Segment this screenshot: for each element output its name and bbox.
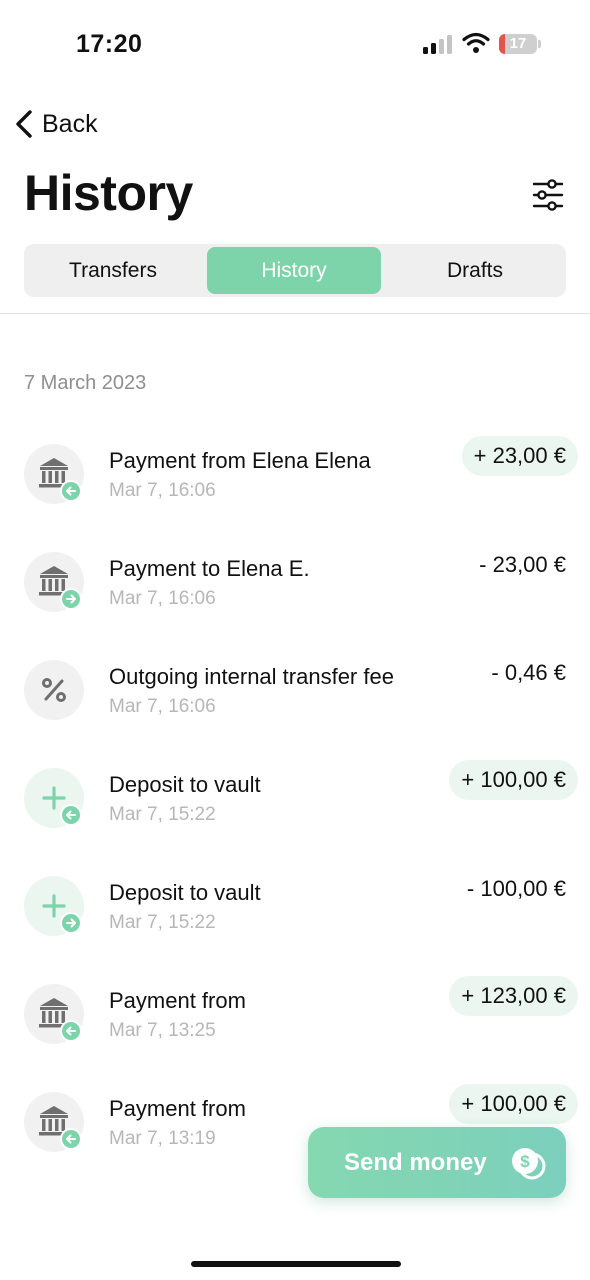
transaction-title: Payment from [109,988,246,1013]
battery-level: 17 [509,35,527,52]
transaction-time: Mar 7, 16:06 [109,588,216,609]
percent-icon [24,660,84,720]
svg-text:$: $ [520,1152,530,1171]
send-money-label: Send money [344,1149,487,1176]
transaction-time: Mar 7, 16:06 [109,696,216,717]
incoming-badge [60,1128,82,1150]
transaction-time: Mar 7, 13:19 [109,1128,216,1149]
page-title: History [24,165,193,221]
arrow-left-icon [66,1134,76,1144]
transaction-amount: + 100,00 € [449,1084,578,1124]
status-time: 17:20 [76,30,143,58]
status-bar: 17:20 17 [0,0,590,90]
transaction-row[interactable]: Payment from Elena Elena Mar 7, 16:06 + 23… [0,436,590,544]
transaction-amount: + 100,00 € [449,760,578,800]
transaction-title: Deposit to vault [109,880,261,905]
outgoing-badge [60,588,82,610]
arrow-left-icon [66,486,76,496]
incoming-badge [60,804,82,826]
bank-icon [24,444,84,504]
outgoing-badge [60,912,82,934]
tab-history[interactable]: History [207,247,381,294]
chevron-left-icon [16,110,32,138]
transaction-title: Payment to Elena E. [109,556,310,581]
bank-icon [24,552,84,612]
filter-button[interactable] [528,175,568,215]
arrow-right-icon [66,918,76,928]
battery-icon: 17 [499,34,541,54]
tab-bar: Transfers History Drafts [24,244,566,297]
transaction-title: Payment from Elena Elena [109,448,371,473]
transaction-row[interactable]: Outgoing internal transfer fee Mar 7, 16:… [0,660,590,760]
cellular-signal-icon [423,34,453,54]
divider [0,313,590,314]
arrow-left-icon [66,1026,76,1036]
coins-icon: $ [512,1148,546,1180]
transaction-title: Deposit to vault [109,772,261,797]
transaction-row[interactable]: Payment from Mar 7, 13:25 + 123,00 € [0,976,590,1084]
transaction-amount: - 100,00 € [466,876,566,901]
home-indicator [191,1261,401,1267]
arrow-right-icon [66,594,76,604]
transaction-row[interactable]: Deposit to vault Mar 7, 15:22 - 100,00 € [0,876,590,976]
transaction-time: Mar 7, 16:06 [109,480,216,501]
plus-icon [24,768,84,828]
sliders-icon [532,179,564,211]
transaction-title: Outgoing internal transfer fee [109,664,394,689]
transaction-amount: - 0,46 € [491,660,566,685]
transaction-title: Payment from [109,1096,246,1121]
transaction-time: Mar 7, 15:22 [109,804,216,825]
back-label: Back [42,109,98,138]
transaction-time: Mar 7, 15:22 [109,912,216,933]
tab-drafts[interactable]: Drafts [391,247,559,294]
tab-transfers[interactable]: Transfers [29,247,197,294]
arrow-left-icon [66,810,76,820]
plus-icon [24,876,84,936]
transaction-amount: - 23,00 € [479,552,566,577]
back-button[interactable]: Back [12,104,98,144]
send-money-button[interactable]: Send money $ [308,1127,566,1198]
bank-icon [24,1092,84,1152]
incoming-badge [60,1020,82,1042]
wifi-icon [462,32,490,53]
transaction-amount: + 123,00 € [449,976,578,1016]
bank-icon [24,984,84,1044]
transaction-amount: + 23,00 € [461,436,578,476]
transaction-row[interactable]: Deposit to vault Mar 7, 15:22 + 100,00 € [0,760,590,868]
transaction-row[interactable]: Payment to Elena E. Mar 7, 16:06 - 23,00 € [0,552,590,652]
date-group-header: 7 March 2023 [24,372,147,394]
transaction-time: Mar 7, 13:25 [109,1020,216,1041]
incoming-badge [60,480,82,502]
